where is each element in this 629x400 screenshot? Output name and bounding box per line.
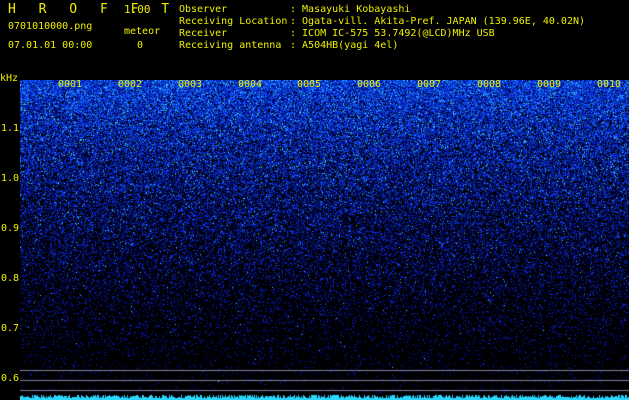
x-marker-0008: 0008 (477, 79, 502, 90)
info-receiver-value: : ICOM IC-575 53.7492(@LCD)MHz USB (290, 28, 495, 39)
info-observer-value: : Masayuki Kobayashi (290, 4, 411, 15)
info-antenna-label: Receiving antenna (179, 40, 282, 51)
x-marker-0009: 0009 (537, 79, 562, 90)
y-tick-0-9: 0.9 (1, 223, 20, 234)
y-tick-0-8: 0.8 (1, 273, 20, 284)
x-marker-0003: 0003 (178, 79, 203, 90)
x-marker-0010: 0010 (597, 79, 622, 90)
axis-unit-label: kHz (0, 73, 19, 84)
y-tick-1-1: 1.1 (1, 123, 20, 134)
y-tick-1-0: 1.0 (1, 173, 20, 184)
version-label: 1.00 (124, 3, 151, 16)
x-marker-0002: 0002 (118, 79, 143, 90)
filename-label: 0701010000.png (8, 21, 93, 32)
title-app: H R O F F T (8, 2, 177, 17)
x-marker-0004: 0004 (238, 79, 263, 90)
x-marker-0007: 0007 (417, 79, 442, 90)
x-marker-0001: 0001 (58, 79, 83, 90)
meteor-label: meteor (124, 26, 161, 37)
x-marker-0006: 0006 (357, 79, 382, 90)
datetime-label: 07.01.01 00:00 (8, 40, 93, 51)
info-observer-label: Observer (179, 4, 228, 15)
info-antenna-value: : A504HB(yagi 4el) (290, 40, 399, 51)
info-receiver-label: Receiver (179, 28, 228, 39)
y-tick-0-6: 0.6 (1, 373, 20, 384)
info-location-label: Receiving Location (179, 16, 288, 27)
spectrogram-area (20, 80, 629, 400)
meteor-count: 0 (137, 40, 144, 51)
info-location-value: : Ogata-vill. Akita-Pref. JAPAN (139.96E… (290, 16, 586, 27)
x-marker-0005: 0005 (297, 79, 322, 90)
y-tick-0-7: 0.7 (1, 323, 20, 334)
spectrogram-canvas (20, 80, 629, 400)
